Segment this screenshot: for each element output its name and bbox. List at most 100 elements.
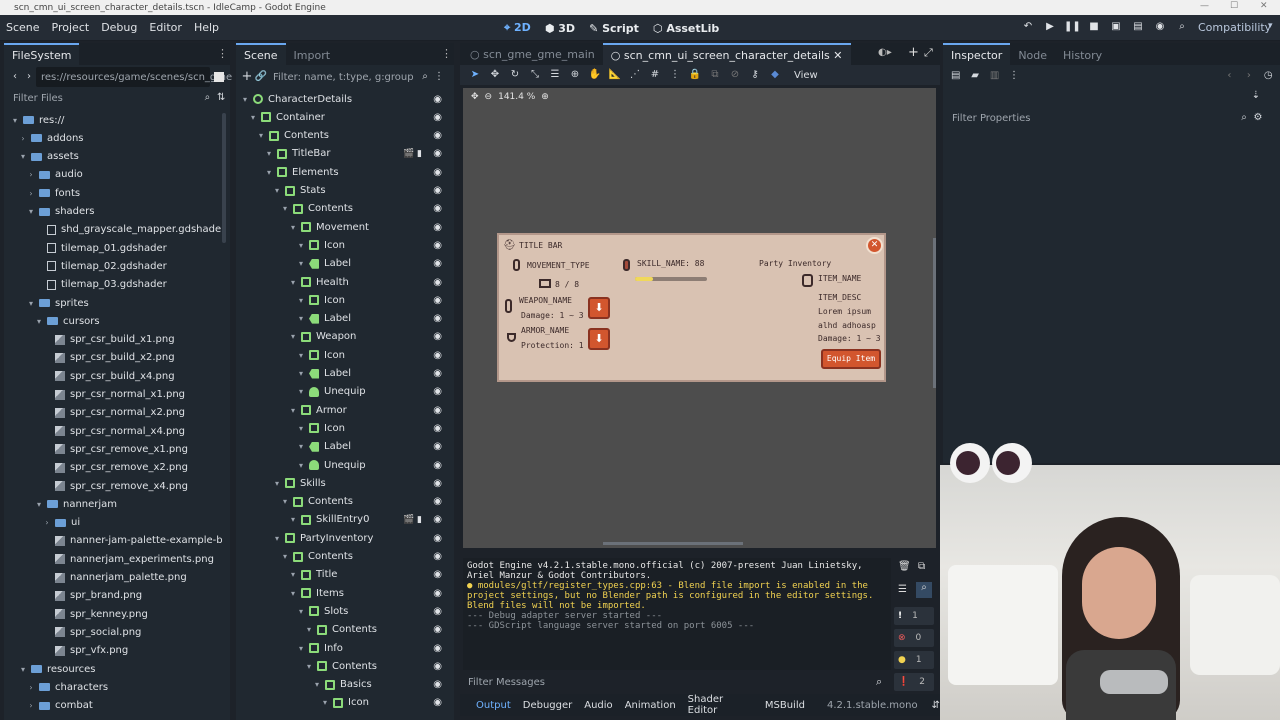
file-item[interactable]: spr_csr_build_x1.png [42, 331, 175, 349]
folder-item[interactable]: ▾ assets [18, 148, 79, 166]
play-scene-icon[interactable]: ▣ [1108, 19, 1124, 35]
clear-output-icon[interactable]: 🗑 [898, 561, 911, 572]
script-icon[interactable]: 🎬 ▮ [403, 515, 422, 525]
maximize-icon[interactable]: ☐ [1230, 1, 1238, 11]
chevron-down-icon[interactable]: ▾ [34, 500, 44, 509]
back-icon[interactable]: ‹ [1223, 69, 1236, 83]
chevron-down-icon[interactable]: ▾ [296, 387, 306, 396]
scrollbar[interactable] [222, 113, 226, 243]
chevron-down-icon[interactable]: ▾ [240, 95, 250, 104]
pause-icon[interactable]: ❚❚ [1064, 19, 1081, 35]
visibility-eye-icon[interactable]: ◉ [433, 533, 442, 544]
visibility-eye-icon[interactable]: ◉ [433, 295, 442, 306]
file-item[interactable]: spr_csr_remove_x2.png [42, 459, 188, 477]
search-icon[interactable]: ⌕ [201, 91, 215, 105]
chevron-down-icon[interactable]: ▾ [256, 131, 266, 140]
scene-node[interactable]: ▾ Container ◉ [248, 108, 450, 126]
chevron-down-icon[interactable]: ▾ [288, 515, 298, 524]
chevron-down-icon[interactable]: ▾ [26, 207, 36, 216]
chevron-down-icon[interactable]: ▾ [264, 149, 274, 158]
tab-import[interactable]: Import [286, 45, 339, 65]
script-icon[interactable]: 🎬 ▮ [403, 149, 422, 159]
collapse-icon[interactable]: ☰ [898, 584, 907, 595]
tab-shader-editor[interactable]: Shader Editor [688, 694, 753, 716]
scene-node[interactable]: ▾ Contents ◉ [280, 493, 450, 511]
folder-item[interactable]: › characters [26, 678, 108, 696]
scene-node[interactable]: ▾ TitleBar 🎬 ▮ ◉ [264, 145, 450, 163]
new-scene-icon[interactable]: + [908, 45, 919, 60]
equip-item-button[interactable]: Equip Item [821, 349, 881, 369]
file-item[interactable]: shd_grayscale_mapper.gdshader [34, 221, 222, 239]
search-icon[interactable]: ⌕ [1237, 111, 1251, 125]
chevron-right-icon[interactable]: › [26, 170, 36, 179]
history-icon[interactable]: ◷ [1262, 69, 1275, 83]
chevron-down-icon[interactable]: ▾ [296, 351, 306, 360]
zoom-in-icon[interactable]: ⊕ [541, 92, 549, 102]
scene-node[interactable]: ▾ Unequip ◉ [296, 456, 450, 474]
scene-node[interactable]: ▾ Stats ◉ [272, 182, 450, 200]
pivot-tool-icon[interactable]: ⊕ [568, 68, 582, 82]
folder-item[interactable]: › fonts [26, 184, 80, 202]
add-node-icon[interactable]: + [240, 70, 254, 84]
group-icon[interactable]: ⧉ [708, 68, 722, 82]
visibility-eye-icon[interactable]: ◉ [433, 679, 442, 690]
file-item[interactable]: spr_csr_build_x2.png [42, 349, 175, 367]
unequip-armor-button[interactable]: ⬇ [588, 328, 610, 350]
file-item[interactable]: tilemap_03.gdshader [34, 276, 167, 294]
close-tab-icon[interactable]: ✕ [833, 49, 842, 62]
visibility-eye-icon[interactable]: ◉ [433, 606, 442, 617]
file-item[interactable]: nannerjam_experiments.png [42, 550, 214, 568]
visibility-eye-icon[interactable]: ◉ [433, 350, 442, 361]
chevron-right-icon[interactable]: › [18, 134, 28, 143]
visibility-eye-icon[interactable]: ◉ [433, 643, 442, 654]
visibility-eye-icon[interactable]: ◉ [433, 112, 442, 123]
workspace-script-button[interactable]: ✎ Script [589, 22, 639, 35]
tab-audio[interactable]: Audio [584, 700, 612, 711]
tab-debugger[interactable]: Debugger [523, 700, 573, 711]
filter-messages-input[interactable]: Filter Messages [468, 677, 876, 688]
menu-dots-icon[interactable]: ⋮ [432, 70, 446, 84]
visibility-eye-icon[interactable]: ◉ [433, 514, 442, 525]
visibility-eye-icon[interactable]: ◉ [433, 405, 442, 416]
folder-item[interactable]: › ui [42, 514, 80, 532]
file-item[interactable]: spr_vfx.png [42, 642, 128, 660]
visibility-eye-icon[interactable]: ◉ [433, 588, 442, 599]
chevron-right-icon[interactable]: › [26, 683, 36, 692]
remote-debug-icon[interactable]: ↶ [1020, 19, 1036, 35]
tab-animation[interactable]: Animation [625, 700, 676, 711]
menu-debug[interactable]: Debug [101, 21, 137, 34]
scene-node[interactable]: ▾ Label ◉ [296, 365, 450, 383]
scene-nav-icon[interactable]: ◐▸ [878, 47, 892, 58]
menu-dots-icon[interactable]: ⋮ [217, 47, 228, 60]
scene-node[interactable]: ▾ Contents ◉ [304, 657, 450, 675]
chevron-down-icon[interactable]: ▾ [296, 442, 306, 451]
menu-scene[interactable]: Scene [6, 21, 40, 34]
pan-tool-icon[interactable]: ✋ [588, 68, 602, 82]
visibility-eye-icon[interactable]: ◉ [433, 185, 442, 196]
file-item[interactable]: spr_brand.png [42, 587, 142, 605]
play-icon[interactable]: ▶ [1042, 19, 1058, 35]
tab-filesystem[interactable]: FileSystem [4, 43, 80, 65]
scene-node[interactable]: ▾ Title ◉ [288, 566, 450, 584]
visibility-eye-icon[interactable]: ◉ [433, 460, 442, 471]
chevron-down-icon[interactable]: ▾ [248, 113, 258, 122]
move-tool-icon[interactable]: ✥ [488, 68, 502, 82]
visibility-eye-icon[interactable]: ◉ [433, 478, 442, 489]
chevron-down-icon[interactable]: ▾ [296, 461, 306, 470]
tab-msbuild[interactable]: MSBuild [765, 700, 805, 711]
back-icon[interactable]: ‹ [8, 70, 22, 84]
visibility-eye-icon[interactable]: ◉ [433, 441, 442, 452]
file-item[interactable]: spr_csr_normal_x4.png [42, 422, 185, 440]
scene-node[interactable]: ▾ Label ◉ [296, 310, 450, 328]
scene-node[interactable]: ▾ Contents ◉ [280, 548, 450, 566]
search-icon[interactable]: ⌕ [876, 675, 882, 689]
stop-icon[interactable]: ■ [1086, 19, 1102, 35]
errors-filter[interactable]: ! 1 [894, 607, 934, 625]
chevron-down-icon[interactable]: ▾ [304, 625, 314, 634]
copy-icon[interactable]: ⧉ [918, 561, 925, 572]
scene-node[interactable]: ▾ Contents ◉ [280, 200, 450, 218]
visibility-eye-icon[interactable]: ◉ [433, 331, 442, 342]
camera-icon[interactable]: ◆ [768, 68, 782, 82]
expand-icon[interactable]: ⇣ [1249, 89, 1263, 103]
lock-icon[interactable]: 🔒 [688, 68, 702, 82]
